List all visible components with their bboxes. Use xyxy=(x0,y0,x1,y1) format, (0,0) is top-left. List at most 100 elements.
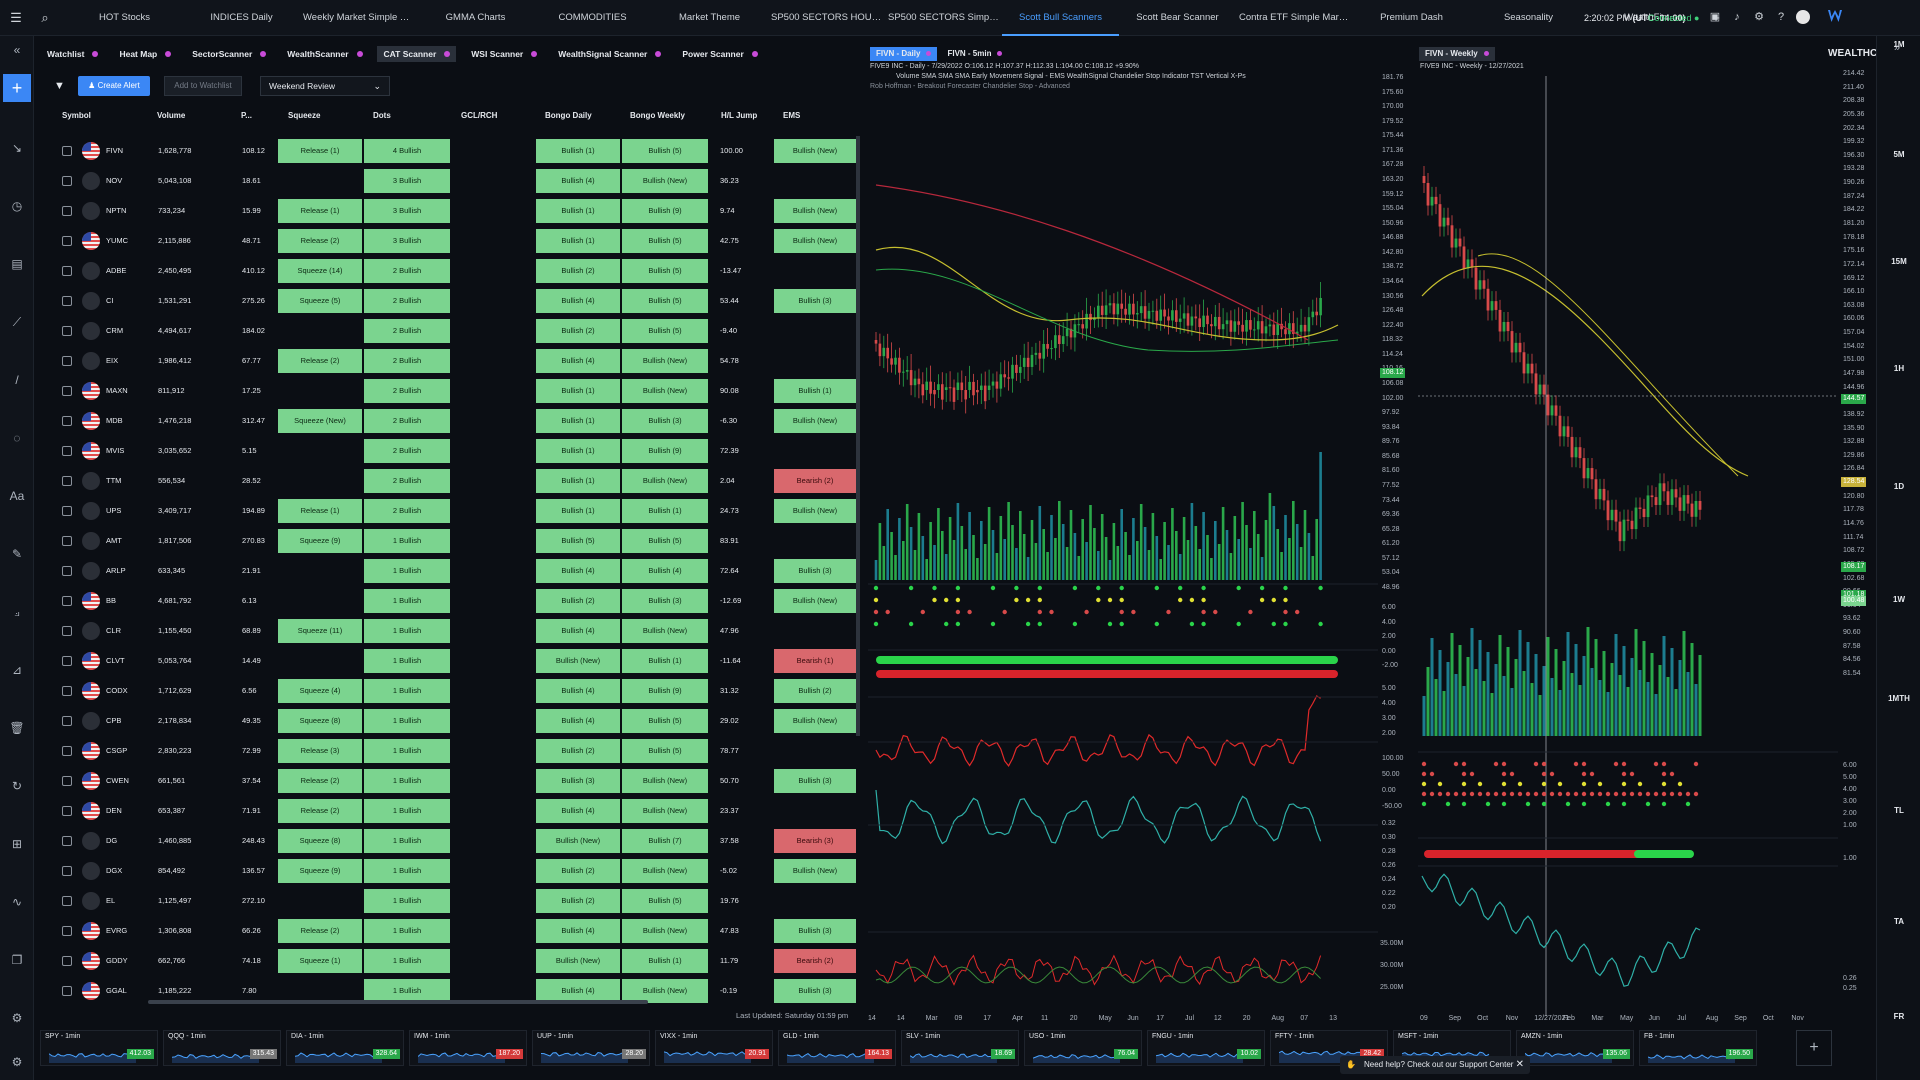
scanner-tab-0[interactable]: Watchlist xyxy=(40,46,104,62)
row-checkbox[interactable] xyxy=(62,716,72,726)
timeframe-5M[interactable]: 5M xyxy=(1877,150,1920,159)
row-checkbox[interactable] xyxy=(62,986,72,996)
gear-icon[interactable]: ⚙ xyxy=(1752,10,1766,24)
row-checkbox[interactable] xyxy=(62,626,72,636)
shapes-icon[interactable]: ◌ xyxy=(9,430,25,446)
row-checkbox[interactable] xyxy=(62,146,72,156)
scanner-tab-3[interactable]: WealthScanner xyxy=(280,46,368,62)
row-checkbox[interactable] xyxy=(62,746,72,756)
table-row[interactable]: CRM 4,494,617 184.02 2 Bullish Bullish (2) Bu… xyxy=(40,316,860,346)
watchlist-select[interactable]: Weekend Review ⌄ xyxy=(260,76,390,96)
table-row[interactable]: BB 4,681,792 6.13 1 Bullish Bullish (2) Bulli… xyxy=(40,586,860,616)
row-checkbox[interactable] xyxy=(62,326,72,336)
timeframe-1W[interactable]: 1W xyxy=(1877,595,1920,604)
ticker-tile[interactable]: GLD - 1min 164.13 xyxy=(778,1030,896,1066)
tab-3[interactable]: GMMA Charts xyxy=(417,0,534,36)
table-row[interactable]: CWEN 661,561 37.54 Release (2) 1 Bullish Bull… xyxy=(40,766,860,796)
avatar[interactable] xyxy=(1796,10,1810,24)
table-row[interactable]: EL 1,125,497 272.10 1 Bullish Bullish (2) Bul… xyxy=(40,886,860,916)
row-checkbox[interactable] xyxy=(62,596,72,606)
row-checkbox[interactable] xyxy=(62,476,72,486)
tab-4[interactable]: COMMODITIES xyxy=(534,0,651,36)
trend-tool-icon[interactable]: ↘ xyxy=(9,140,25,156)
collapse-icon[interactable]: « xyxy=(9,42,25,58)
help-icon[interactable]: ? xyxy=(1774,10,1788,24)
scanner-tab-2[interactable]: SectorScanner xyxy=(185,46,272,62)
table-row[interactable]: UPS 3,409,717 194.89 Release (1) 2 Bullish Bu… xyxy=(40,496,860,526)
fib-icon[interactable]: ⊿ xyxy=(9,662,25,678)
tab-fivn-daily[interactable]: FIVN - Daily xyxy=(870,47,938,61)
row-checkbox[interactable] xyxy=(62,356,72,366)
table-row[interactable]: CODX 1,712,629 6.56 Squeeze (4) 1 Bullish Bul… xyxy=(40,676,860,706)
table-vertical-scrollbar[interactable] xyxy=(856,136,860,736)
graph-icon[interactable]: ⊞ xyxy=(9,836,25,852)
tab-2[interactable]: Weekly Market Simple Ti... xyxy=(300,0,417,36)
table-row[interactable]: DG 1,460,885 248.43 Squeeze (8) 1 Bullish Bul… xyxy=(40,826,860,856)
column-header-4[interactable]: Dots xyxy=(373,111,391,125)
ticker-tile[interactable]: IWM - 1min 187.20 xyxy=(409,1030,527,1066)
wave-icon[interactable]: ∿ xyxy=(9,894,25,910)
column-header-0[interactable]: Symbol xyxy=(62,111,91,125)
ticker-tile[interactable]: UUP - 1min 28.20 xyxy=(532,1030,650,1066)
scanner-tab-4[interactable]: CAT Scanner xyxy=(376,46,457,62)
bell-icon[interactable]: ♪ xyxy=(1730,10,1744,24)
column-header-1[interactable]: Volume xyxy=(157,111,185,125)
table-row[interactable]: CLR 1,155,450 68.89 Squeeze (11) 1 Bullish Bu… xyxy=(40,616,860,646)
ticker-tile[interactable]: DIA - 1min 328.64 xyxy=(286,1030,404,1066)
settings-icon[interactable]: ⚙ xyxy=(9,1010,25,1026)
search-icon[interactable]: ⌕ xyxy=(37,10,53,26)
table-row[interactable]: NPTN 733,234 15.99 Release (1) 3 Bullish Bull… xyxy=(40,196,860,226)
ticker-tile[interactable]: AMZN - 1min 135.06 xyxy=(1516,1030,1634,1066)
table-row[interactable]: CPB 2,178,834 49.35 Squeeze (8) 1 Bullish Bul… xyxy=(40,706,860,736)
table-row[interactable]: MVIS 3,035,652 5.15 2 Bullish Bullish (1) Bul… xyxy=(40,436,860,466)
row-checkbox[interactable] xyxy=(62,506,72,516)
tab-11[interactable]: Premium Dash xyxy=(1353,0,1470,36)
copy-icon[interactable]: ❐ xyxy=(9,952,25,968)
clock-icon[interactable]: ◷ xyxy=(9,198,25,214)
row-checkbox[interactable] xyxy=(62,386,72,396)
line-chart-icon[interactable]: ⟋ xyxy=(9,314,25,330)
table-row[interactable]: DGX 854,492 136.57 Squeeze (9) 1 Bullish Bull… xyxy=(40,856,860,886)
table-row[interactable]: CI 1,531,291 275.26 Squeeze (5) 2 Bullish Bul… xyxy=(40,286,860,316)
ticker-tile[interactable]: SPY - 1min 412.03 xyxy=(40,1030,158,1066)
table-row[interactable]: AMT 1,817,506 270.83 Squeeze (9) 1 Bullish Bu… xyxy=(40,526,860,556)
row-checkbox[interactable] xyxy=(62,566,72,576)
timeframe-1D[interactable]: 1D xyxy=(1877,482,1920,491)
tab-6[interactable]: SP500 SECTORS HOURLY xyxy=(768,0,885,36)
ticker-tile[interactable]: USO - 1min 76.04 xyxy=(1024,1030,1142,1066)
column-header-3[interactable]: Squeeze xyxy=(288,111,320,125)
support-banner[interactable]: ✋ Need help? Check out our Support Cente… xyxy=(1340,1056,1530,1074)
table-row[interactable]: GDDY 662,766 74.18 Squeeze (1) 1 Bullish Bull… xyxy=(40,946,860,976)
table-row[interactable]: CSGP 2,830,223 72.99 Release (3) 1 Bullish Bu… xyxy=(40,736,860,766)
row-checkbox[interactable] xyxy=(62,266,72,276)
ticker-tile[interactable]: FNGU - 1min 10.02 xyxy=(1147,1030,1265,1066)
chart2-canvas[interactable] xyxy=(1418,76,1838,1016)
tab-fivn-weekly[interactable]: FIVN - Weekly xyxy=(1419,47,1495,61)
column-header-7[interactable]: Bongo Weekly xyxy=(630,111,685,125)
add-to-watchlist-button[interactable]: Add to Watchlist xyxy=(164,76,242,96)
row-checkbox[interactable] xyxy=(62,176,72,186)
row-checkbox[interactable] xyxy=(62,656,72,666)
ticker-tile[interactable]: SLV - 1min 18.69 xyxy=(901,1030,1019,1066)
row-checkbox[interactable] xyxy=(62,236,72,246)
tab-5[interactable]: Market Theme xyxy=(651,0,768,36)
chart1-canvas[interactable] xyxy=(868,90,1378,1010)
save-icon[interactable]: ▣ xyxy=(1708,10,1722,24)
line-tool-icon[interactable]: / xyxy=(9,372,25,388)
tab-1[interactable]: INDICES Daily xyxy=(183,0,300,36)
column-header-9[interactable]: EMS xyxy=(783,111,800,125)
pencil-icon[interactable]: ✎ xyxy=(9,546,25,562)
row-checkbox[interactable] xyxy=(62,206,72,216)
tab-fivn-5min[interactable]: FIVN - 5min xyxy=(941,47,1008,61)
timeframe-1H[interactable]: 1H xyxy=(1877,364,1920,373)
row-checkbox[interactable] xyxy=(62,956,72,966)
table-row[interactable]: MAXN 811,912 17.25 2 Bullish Bullish (1) Bull… xyxy=(40,376,860,406)
column-header-6[interactable]: Bongo Daily xyxy=(545,111,592,125)
calendar-icon[interactable]: ▤ xyxy=(9,256,25,272)
scanner-tab-6[interactable]: WealthSignal Scanner xyxy=(551,46,667,62)
column-header-2[interactable]: P... xyxy=(241,111,252,125)
table-row[interactable]: ADBE 2,450,495 410.12 Squeeze (14) 2 Bullish… xyxy=(40,256,860,286)
row-checkbox[interactable] xyxy=(62,776,72,786)
scanner-tab-7[interactable]: Power Scanner xyxy=(675,46,763,62)
timeframe-1M[interactable]: 1M xyxy=(1877,40,1920,49)
